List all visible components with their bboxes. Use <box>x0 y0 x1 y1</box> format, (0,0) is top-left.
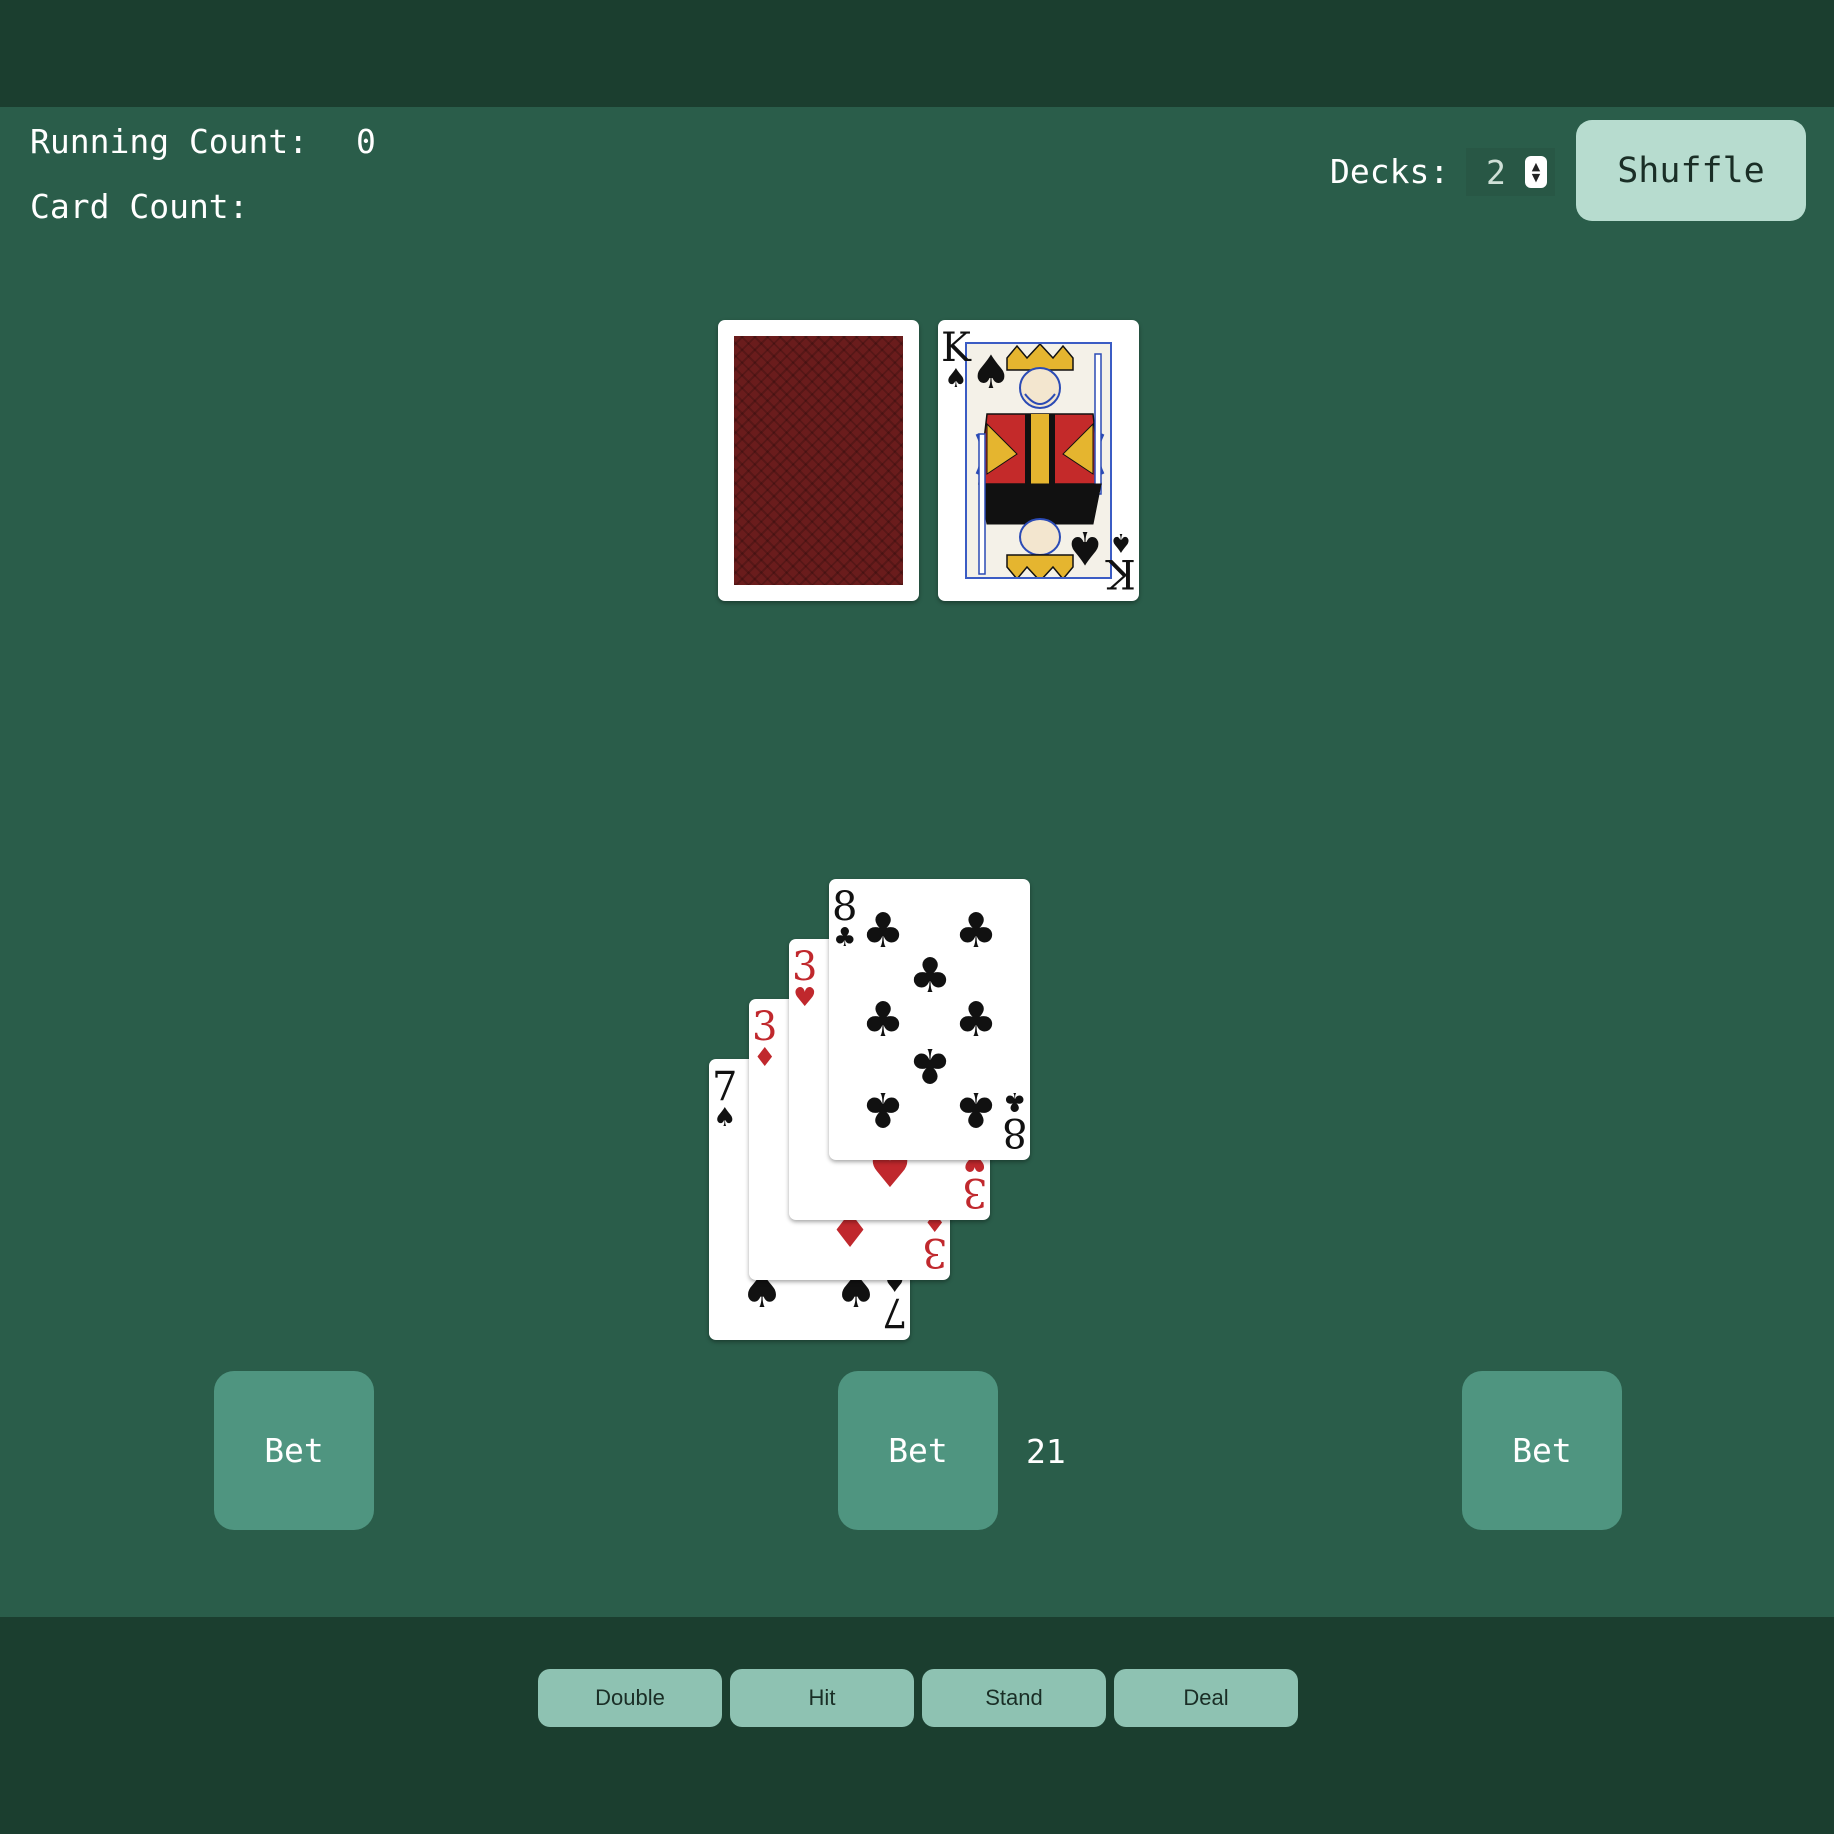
player-card-eight-of-clubs: ♣ ♣ ♣ ♣ ♣ ♣ ♣ ♣ 8 ♣ 8 ♣ <box>829 879 1030 1160</box>
spade-icon: ♠ <box>970 345 1012 399</box>
dealer-card-king-of-spades: ♠ ♠ K ♠ K ♠ <box>938 320 1139 601</box>
club-icon: ♣ <box>954 992 998 1048</box>
card-corner-bottom: K ♠ <box>1106 527 1136 596</box>
decks-value: 2 <box>1486 152 1506 192</box>
card-rank: 8 <box>832 884 858 930</box>
spade-icon: ♠ <box>944 364 968 394</box>
card-corner-top: 8 ♣ <box>832 887 857 951</box>
decks-input[interactable]: 2 ▲ ▼ <box>1466 148 1555 196</box>
card-corner-top: 3 ♥ <box>792 947 817 1011</box>
club-icon: ♣ <box>861 1081 905 1137</box>
running-count-value: 0 <box>356 122 376 161</box>
club-icon: ♣ <box>954 1081 998 1137</box>
card-corner-bottom: 8 ♣ <box>1001 1086 1027 1155</box>
club-icon: ♣ <box>954 903 998 959</box>
card-rank: K <box>941 325 971 371</box>
card-rank: 3 <box>961 1169 987 1215</box>
stand-button[interactable]: Stand <box>922 1669 1106 1727</box>
card-count-label: Card Count: <box>30 187 249 226</box>
card-rank: 8 <box>1001 1109 1027 1155</box>
club-icon: ♣ <box>908 948 952 1004</box>
card-rank: 3 <box>752 1004 778 1050</box>
shuffle-button[interactable]: Shuffle <box>1576 120 1806 221</box>
heart-icon: ♥ <box>793 983 817 1013</box>
action-bar <box>0 1617 1834 1834</box>
double-button[interactable]: Double <box>538 1669 722 1727</box>
player-hand-value: 21 <box>1026 1432 1066 1471</box>
club-icon: ♣ <box>908 1037 952 1093</box>
card-back-pattern <box>734 336 903 585</box>
spade-icon: ♠ <box>1064 521 1106 575</box>
spade-icon: ♠ <box>1109 527 1133 557</box>
chevron-down-icon[interactable]: ▼ <box>1532 172 1540 183</box>
card-rank: 3 <box>921 1229 947 1275</box>
card-corner-top: K ♠ <box>941 328 971 392</box>
club-icon: ♣ <box>861 903 905 959</box>
card-rank: K <box>1106 550 1136 596</box>
card-rank: 7 <box>881 1289 907 1335</box>
top-bar <box>0 0 1834 107</box>
card-corner-top: 3 ♦ <box>752 1007 777 1071</box>
decks-spinner[interactable]: ▲ ▼ <box>1525 156 1547 188</box>
club-icon: ♣ <box>1002 1086 1026 1116</box>
dealer-card-face-down <box>718 320 919 601</box>
club-icon: ♣ <box>833 923 857 953</box>
diamond-icon: ♦ <box>753 1043 777 1073</box>
spade-icon: ♠ <box>713 1103 737 1133</box>
bet-button-left[interactable]: Bet <box>214 1371 374 1530</box>
card-corner-top: 7 ♠ <box>712 1067 737 1131</box>
card-rank: 3 <box>792 944 818 990</box>
bet-button-center[interactable]: Bet <box>838 1371 998 1530</box>
hit-button[interactable]: Hit <box>730 1669 914 1727</box>
card-rank: 7 <box>712 1064 738 1110</box>
running-count-label: Running Count: <box>30 122 309 161</box>
bet-button-right[interactable]: Bet <box>1462 1371 1622 1530</box>
club-icon: ♣ <box>861 992 905 1048</box>
deal-button[interactable]: Deal <box>1114 1669 1298 1727</box>
decks-label: Decks: <box>1330 152 1450 191</box>
